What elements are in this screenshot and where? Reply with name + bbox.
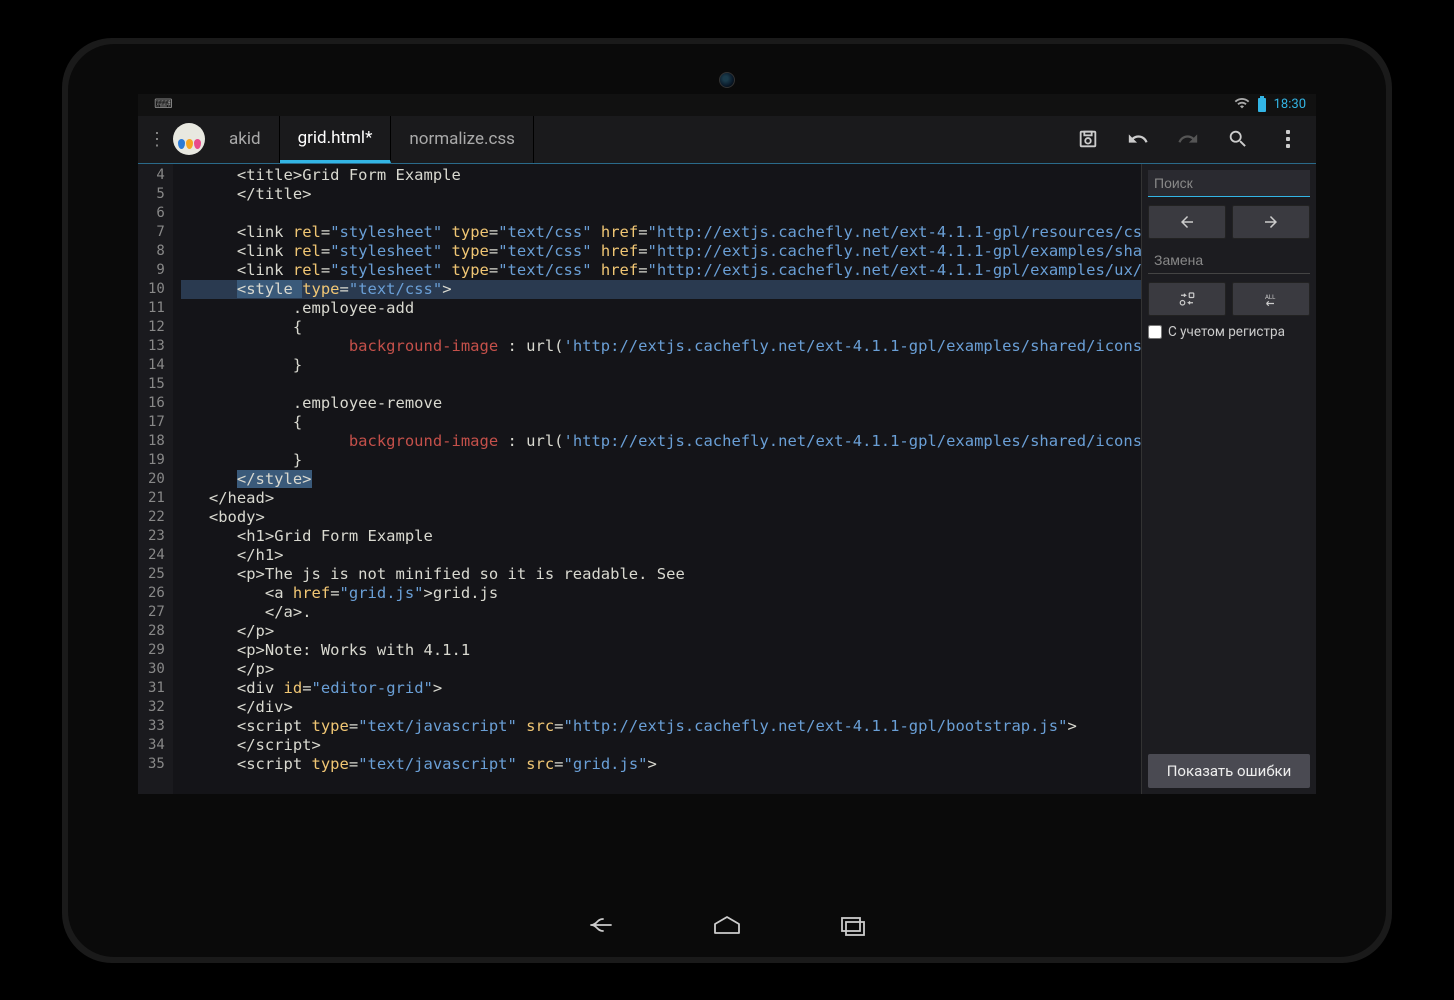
find-prev-button[interactable] bbox=[1148, 205, 1226, 239]
overflow-menu-button[interactable] bbox=[1266, 117, 1310, 161]
app-logo-icon[interactable] bbox=[173, 123, 205, 155]
tablet-inner: ⌨ 18:30 ⋮ akidgrid.html*normalize.css bbox=[68, 44, 1386, 957]
tab-normalizecss[interactable]: normalize.css bbox=[391, 116, 534, 163]
tab-akid[interactable]: akid bbox=[211, 116, 280, 163]
back-nav-icon[interactable] bbox=[583, 913, 619, 941]
code-editor[interactable]: 4567891011121314151617181920212223242526… bbox=[138, 164, 1141, 794]
search-button[interactable] bbox=[1216, 117, 1260, 161]
home-nav-icon[interactable] bbox=[709, 913, 745, 941]
svg-text:ALL: ALL bbox=[1265, 294, 1276, 301]
search-panel: ALL С учетом регистра Показать ошибки bbox=[1141, 164, 1316, 794]
wifi-icon bbox=[1234, 95, 1250, 115]
keyboard-indicator-icon: ⌨ bbox=[148, 97, 173, 112]
android-navbar bbox=[583, 913, 871, 941]
undo-button[interactable] bbox=[1116, 117, 1160, 161]
search-input[interactable] bbox=[1148, 170, 1310, 197]
status-bar: ⌨ 18:30 bbox=[138, 94, 1316, 116]
show-errors-button[interactable]: Показать ошибки bbox=[1148, 754, 1310, 788]
battery-icon bbox=[1258, 98, 1266, 112]
recent-nav-icon[interactable] bbox=[835, 913, 871, 941]
tab-gridhtml[interactable]: grid.html* bbox=[280, 116, 392, 163]
find-next-button[interactable] bbox=[1232, 205, 1310, 239]
replace-input[interactable] bbox=[1148, 247, 1310, 274]
tablet-camera bbox=[719, 72, 735, 88]
screen: ⌨ 18:30 ⋮ akidgrid.html*normalize.css bbox=[138, 94, 1316, 794]
save-button[interactable] bbox=[1066, 117, 1110, 161]
toolbar: ⋮ akidgrid.html*normalize.css bbox=[138, 116, 1316, 164]
replace-all-button[interactable]: ALL bbox=[1232, 282, 1310, 316]
drag-handle-icon[interactable]: ⋮ bbox=[144, 129, 167, 150]
main-area: 4567891011121314151617181920212223242526… bbox=[138, 164, 1316, 794]
line-gutter: 4567891011121314151617181920212223242526… bbox=[138, 164, 173, 794]
tablet-frame: ⌨ 18:30 ⋮ akidgrid.html*normalize.css bbox=[62, 38, 1392, 963]
case-sensitive-label: С учетом регистра bbox=[1168, 324, 1285, 340]
replace-one-button[interactable] bbox=[1148, 282, 1226, 316]
code-content[interactable]: <title>Grid Form Example </title> <link … bbox=[173, 164, 1141, 794]
case-sensitive-checkbox[interactable]: С учетом регистра bbox=[1148, 324, 1310, 340]
status-clock: 18:30 bbox=[1274, 97, 1306, 112]
redo-button[interactable] bbox=[1166, 117, 1210, 161]
